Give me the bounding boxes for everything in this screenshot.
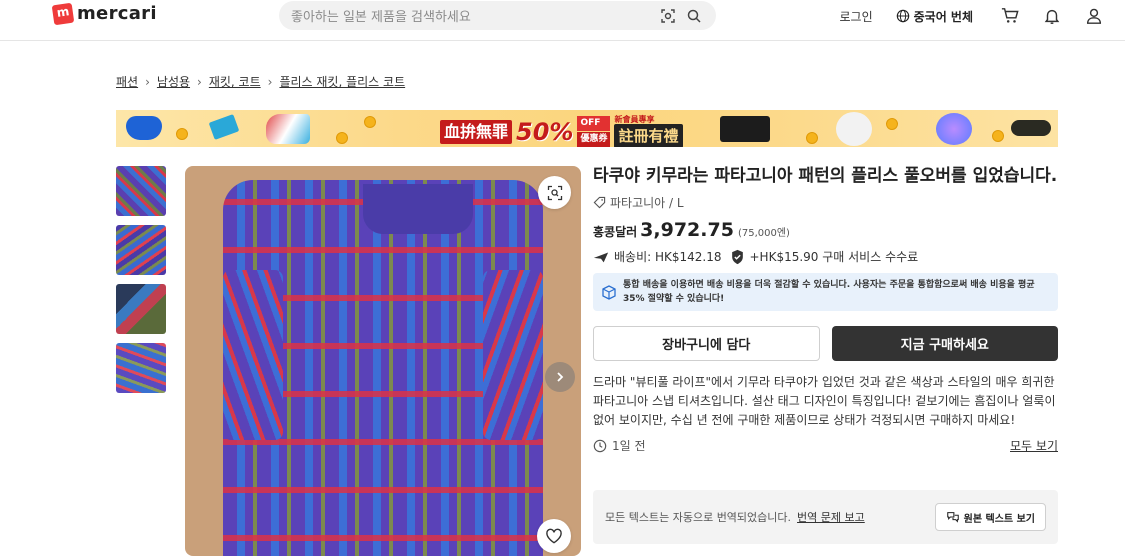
view-original-label: 원본 텍스트 보기 xyxy=(963,513,1035,525)
breadcrumb-item-men[interactable]: 남성용 xyxy=(157,73,190,90)
chevron-right-icon xyxy=(557,372,564,382)
mercari-logo[interactable]: mercari xyxy=(51,2,157,25)
zoom-icon xyxy=(547,185,562,200)
handbag-image xyxy=(720,116,770,142)
mercari-logo-mark-icon xyxy=(51,2,75,25)
brand-size-label: 파타고니아 / L xyxy=(610,196,684,210)
chevron-right-icon: › xyxy=(267,74,273,89)
banner-tag: 新會員專享 xyxy=(614,115,655,124)
banner-off: OFF xyxy=(577,116,611,131)
breadcrumb: 패션 › 남성용 › 재킷, 코트 › 플리스 재킷, 플리스 코트 xyxy=(116,73,405,90)
headphones-image xyxy=(936,113,972,145)
next-image-button[interactable] xyxy=(545,362,575,392)
zoom-button[interactable] xyxy=(538,176,571,209)
service-fee: +HK$15.90 구매 서비스 수수료 xyxy=(749,250,919,264)
shield-check-icon xyxy=(731,249,743,264)
product-description: 드라마 "뷰티풀 라이프"에서 기무라 타쿠야가 입었던 것과 같은 색상과 스… xyxy=(593,375,1056,427)
thumbnail-list xyxy=(116,166,166,393)
tag-icon xyxy=(593,196,606,209)
fleece-pullover-image xyxy=(223,180,543,556)
chevron-right-icon: › xyxy=(197,74,202,89)
chevron-right-icon: › xyxy=(145,74,150,89)
posted-time-label: 1일 전 xyxy=(612,439,646,453)
breadcrumb-item-jackets-coats[interactable]: 재킷, 코트 xyxy=(209,73,261,90)
banner-coupon: 優惠券 xyxy=(577,132,611,147)
plane-icon xyxy=(593,252,609,262)
globe-icon xyxy=(896,9,909,23)
login-link[interactable]: 로그인 xyxy=(839,8,872,25)
gamepad-image xyxy=(126,116,162,140)
cart-icon[interactable] xyxy=(999,5,1021,27)
header-actions: 로그인 중국어 번체 xyxy=(839,0,1125,32)
search-input[interactable]: 좋아하는 일본 제품을 검색하세요 xyxy=(291,6,652,25)
banner-badge-left: 血拚無罪 xyxy=(440,119,513,144)
translate-icon xyxy=(946,512,959,523)
thumbnail-2[interactable] xyxy=(116,225,166,275)
thumbnail-3[interactable] xyxy=(116,284,166,334)
main-product-image[interactable] xyxy=(185,166,581,556)
price-value: 3,972.75 xyxy=(640,219,734,241)
yen-price: (75,000엔) xyxy=(737,228,790,239)
product-title: 타쿠야 키무라는 파타고니아 패턴의 플리스 풀오버를 입었습니다. xyxy=(593,166,1058,186)
bell-icon[interactable] xyxy=(1041,5,1063,27)
brand-size[interactable]: 파타고니아 / L xyxy=(593,194,1058,211)
notice-text: 통합 배송을 이용하면 배송 비용을 더욱 절감할 수 있습니다. 사용자는 주… xyxy=(623,280,1035,304)
currency-label: 홍콩달러 xyxy=(593,225,638,239)
buy-now-button[interactable]: 지금 구매하세요 xyxy=(831,326,1058,361)
translation-notice: 모든 텍스트는 자동으로 번역되었습니다. 번역 문제 보고 원본 텍스트 보기 xyxy=(593,490,1058,544)
breadcrumb-item-fleece[interactable]: 플리스 재킷, 플리스 코트 xyxy=(279,73,405,90)
banner-discount: 50% xyxy=(516,117,574,146)
bundle-shipping-notice: 통합 배송을 이용하면 배송 비용을 더욱 절감할 수 있습니다. 사용자는 주… xyxy=(593,273,1058,311)
price-row: 홍콩달러 3,972.75 (75,000엔) xyxy=(593,219,1058,241)
thumbnail-1[interactable] xyxy=(116,166,166,216)
search-bar[interactable]: 좋아하는 일본 제품을 검색하세요 xyxy=(279,1,716,30)
shipping-row: 배송비: HK$142.18 +HK$15.90 구매 서비스 수수료 xyxy=(593,248,1058,265)
promo-banner[interactable]: 血拚無罪 50% OFF 優惠券 新會員專享 註冊有禮 xyxy=(116,110,1058,147)
language-selector[interactable]: 중국어 번체 xyxy=(896,8,973,25)
ticket-image xyxy=(208,114,240,140)
meta-row: 1일 전 모두 보기 xyxy=(593,437,1058,454)
like-button[interactable] xyxy=(537,519,571,553)
top-header: mercari 좋아하는 일본 제품을 검색하세요 로그인 중국어 번체 xyxy=(0,0,1125,41)
search-icon[interactable] xyxy=(684,6,704,26)
box-icon xyxy=(602,285,616,300)
toy-image xyxy=(836,112,872,146)
language-label: 중국어 번체 xyxy=(913,9,973,24)
sunglasses-image xyxy=(1011,120,1051,136)
see-all-link[interactable]: 모두 보기 xyxy=(1010,437,1058,454)
clock-icon xyxy=(593,439,607,452)
thumbnail-4[interactable] xyxy=(116,343,166,393)
image-search-icon[interactable] xyxy=(658,6,678,26)
banner-badge-right: 註冊有禮 xyxy=(614,124,683,147)
report-translation-link[interactable]: 번역 문제 보고 xyxy=(797,509,865,525)
shipping-fee: 배송비: HK$142.18 xyxy=(614,250,722,264)
translation-text: 모든 텍스트는 자동으로 번역되었습니다. xyxy=(605,511,792,524)
product-info: 타쿠야 키무라는 파타고니아 패턴의 플리스 풀오버를 입었습니다. 파타고니아… xyxy=(593,164,1058,454)
add-to-cart-button[interactable]: 장바구니에 담다 xyxy=(593,326,820,361)
user-icon[interactable] xyxy=(1083,5,1105,27)
banner-promo-text: 血拚無罪 50% OFF 優惠券 新會員專享 註冊有禮 xyxy=(440,115,683,147)
view-original-button[interactable]: 원본 텍스트 보기 xyxy=(934,503,1046,531)
posted-time: 1일 전 xyxy=(593,437,646,454)
action-buttons: 장바구니에 담다 지금 구매하세요 xyxy=(593,326,1058,361)
heart-icon xyxy=(546,528,562,544)
breadcrumb-item-fashion[interactable]: 패션 xyxy=(116,73,138,90)
sneaker-image xyxy=(266,114,310,144)
logo-text: mercari xyxy=(77,3,157,24)
